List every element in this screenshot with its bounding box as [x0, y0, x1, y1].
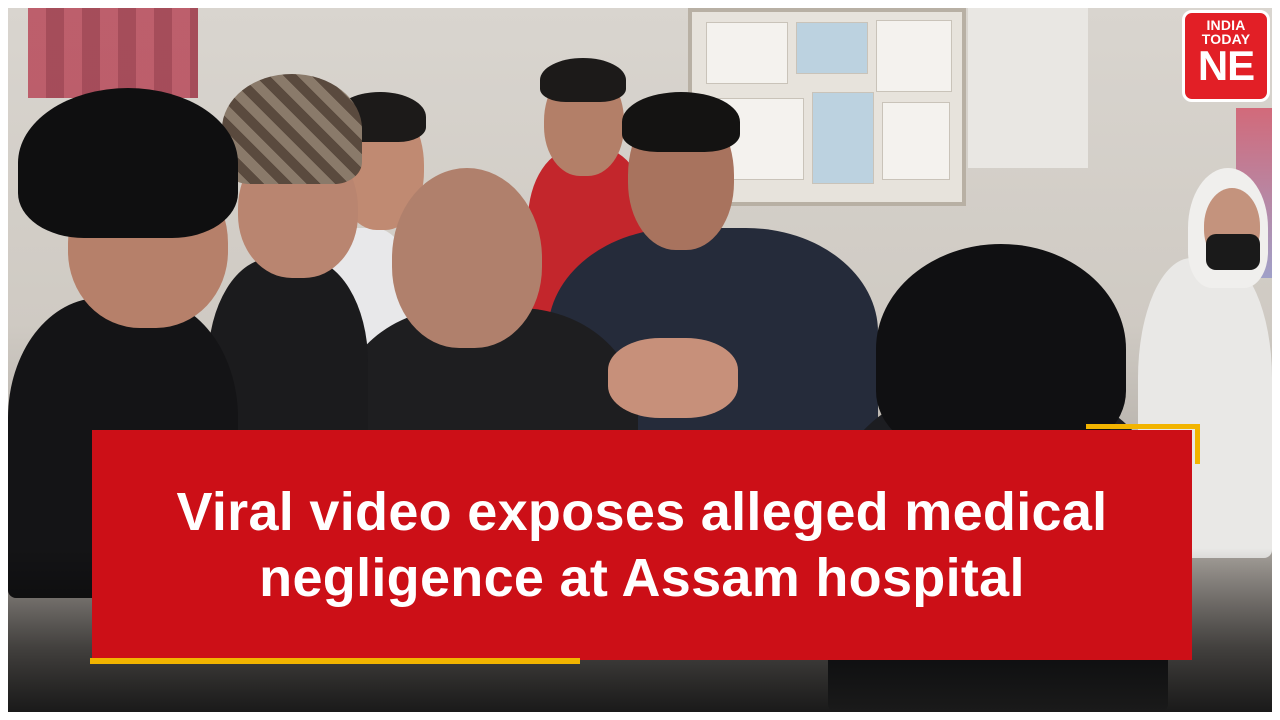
banner-accent-side [1195, 424, 1200, 464]
logo-text-line3: NE [1197, 42, 1255, 89]
window [968, 8, 1088, 168]
video-frame: INDIA TODAY NE Viral video exposes alleg… [8, 8, 1272, 712]
headline-line1: Viral video exposes alleged medical [176, 482, 1108, 542]
headline-line2: negligence at Assam hospital [259, 548, 1025, 608]
headline-banner: Viral video exposes alleged medical negl… [92, 430, 1192, 660]
banner-accent-bottom [90, 658, 580, 664]
logo-text-line1: INDIA [1206, 17, 1246, 33]
headline: Viral video exposes alleged medical negl… [177, 479, 1108, 611]
india-today-ne-logo: INDIA TODAY NE [1182, 10, 1270, 102]
curtain [28, 8, 198, 98]
banner-accent-top [1086, 424, 1200, 429]
